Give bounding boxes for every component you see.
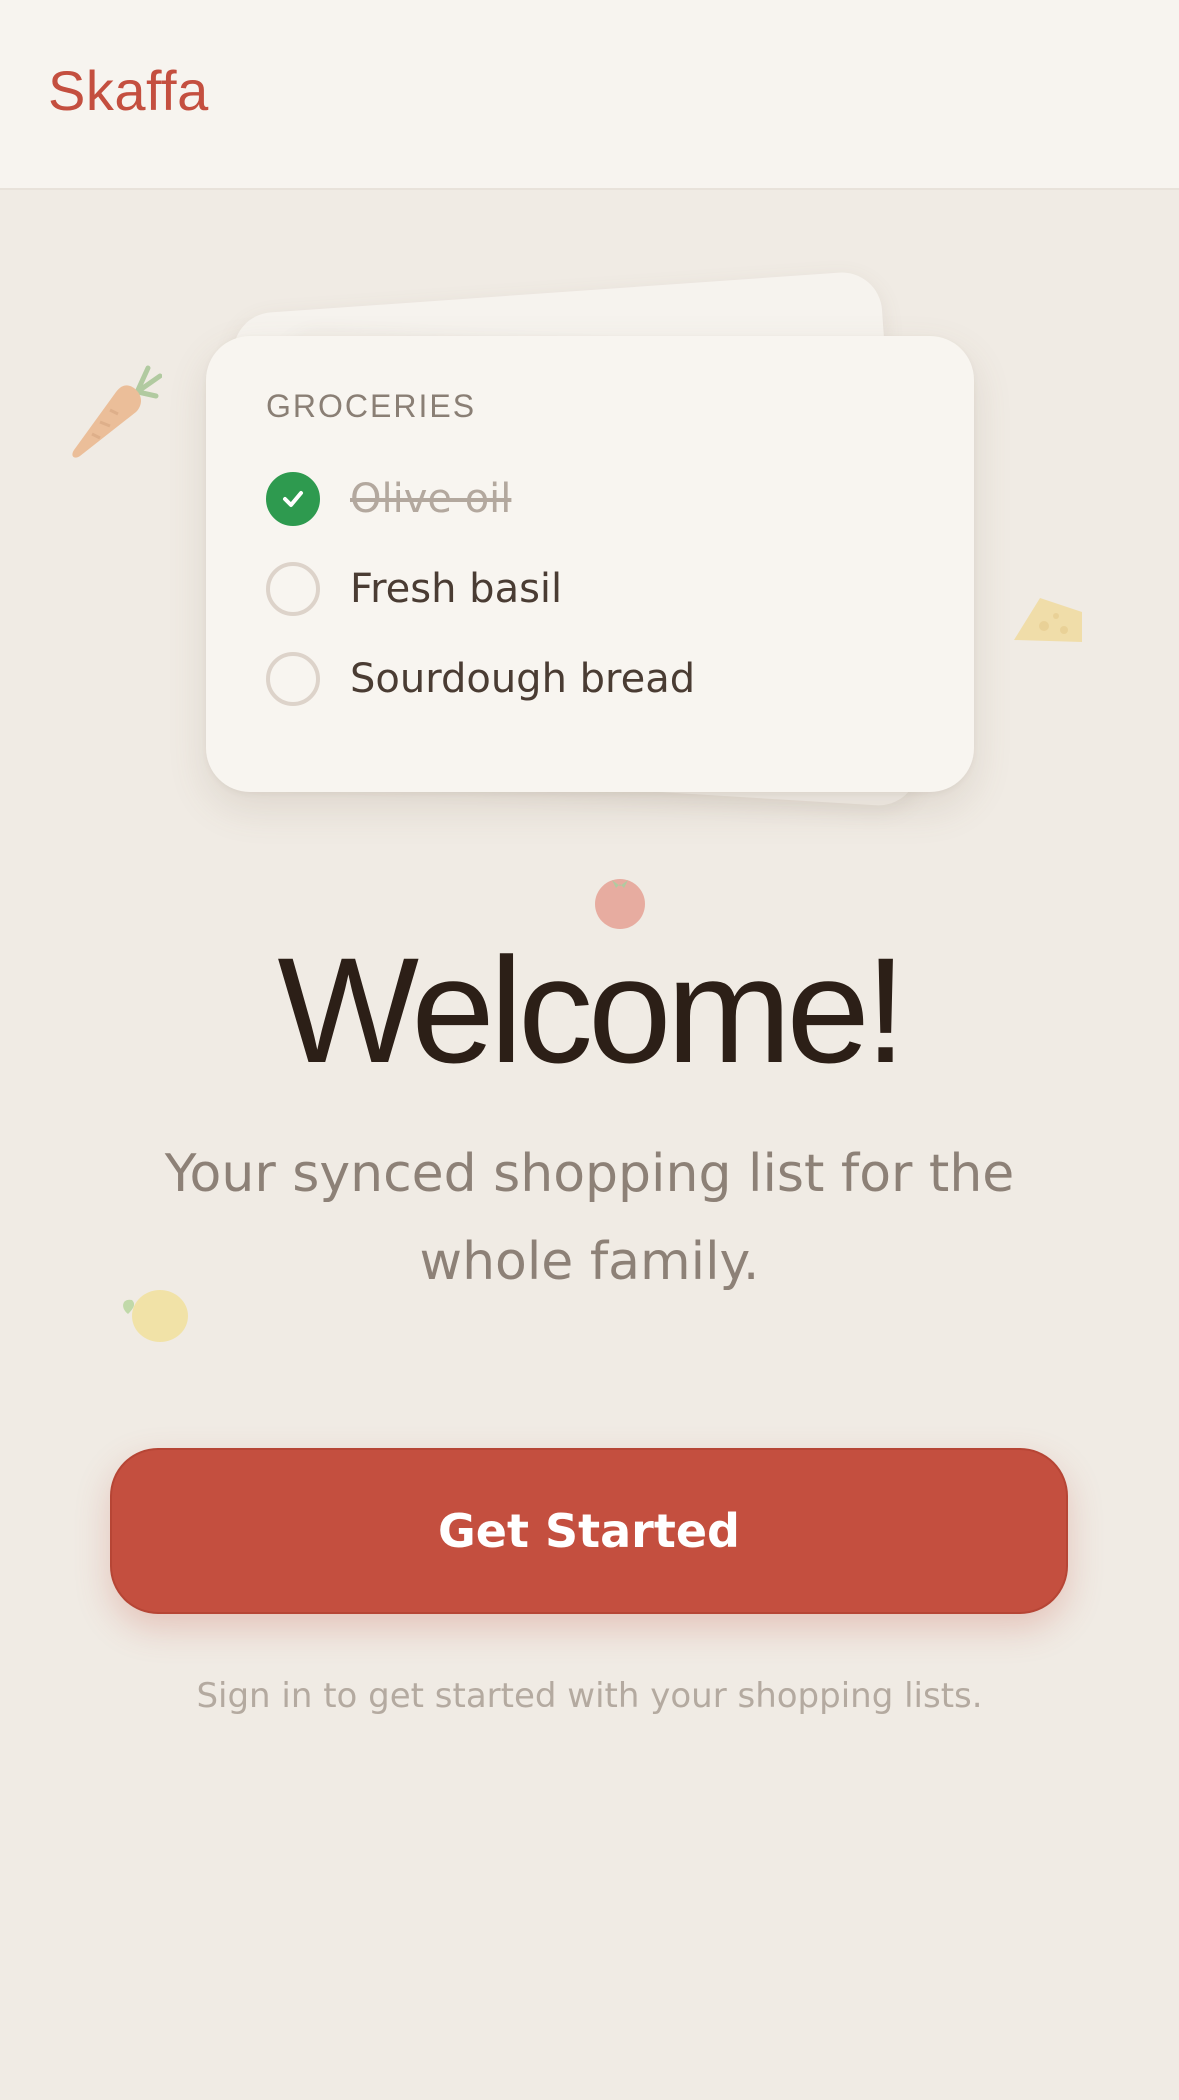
brand-logo: Skaffa xyxy=(48,59,209,122)
list-item-label: Olive oil xyxy=(350,476,512,522)
list-item[interactable]: Olive oil xyxy=(266,472,906,526)
carrot-icon xyxy=(72,365,162,458)
list-title: GROCERIES xyxy=(266,388,477,424)
checkbox-checked[interactable] xyxy=(266,472,320,526)
list-item-label: Sourdough bread xyxy=(350,656,696,702)
checkbox-unchecked[interactable] xyxy=(266,562,320,616)
tomato-icon xyxy=(595,879,645,929)
checkbox-unchecked[interactable] xyxy=(266,652,320,706)
get-started-button[interactable]: Get Started xyxy=(110,1448,1068,1614)
list-item[interactable]: Fresh basil xyxy=(266,562,906,616)
sign-in-hint: Sign in to get started with your shoppin… xyxy=(196,1676,983,1716)
welcome-title: Welcome! xyxy=(277,926,906,1094)
list-item[interactable]: Sourdough bread xyxy=(266,652,906,706)
welcome-subtitle: Your synced shopping list for the whole … xyxy=(164,1144,1015,1292)
app-header: Skaffa xyxy=(0,0,1179,190)
checkmark-icon xyxy=(283,491,303,507)
cheese-icon xyxy=(1014,598,1082,642)
welcome-screen: Skaffa GROCERIES Olive oil Fresh basil S… xyxy=(0,0,1179,2100)
list-item-label: Fresh basil xyxy=(350,566,563,612)
list-card: GROCERIES Olive oil Fresh basil Sourdoug… xyxy=(206,336,974,792)
